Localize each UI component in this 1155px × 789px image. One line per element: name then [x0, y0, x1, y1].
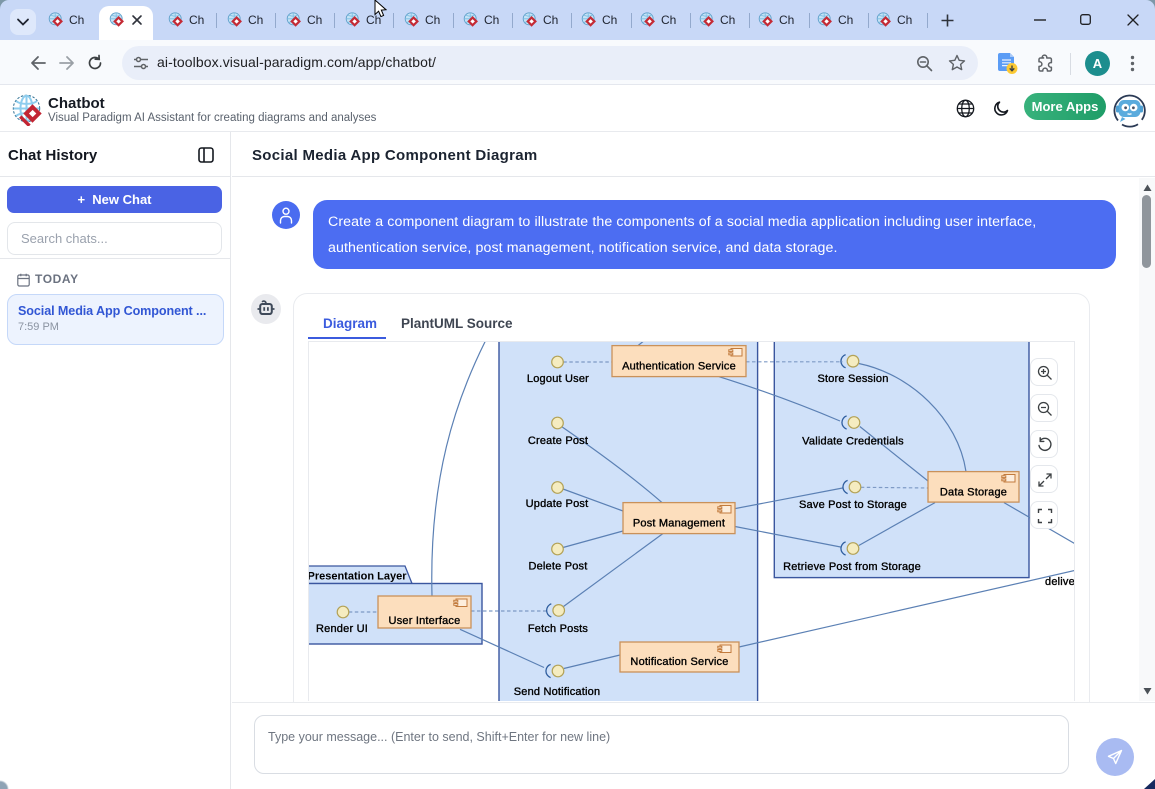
svg-text:Save Post to Storage: Save Post to Storage	[799, 499, 907, 511]
svg-text:Post Management: Post Management	[633, 518, 725, 530]
svg-text:Authentication Service: Authentication Service	[622, 361, 736, 373]
svg-text:Validate Credentials: Validate Credentials	[802, 436, 904, 448]
svg-text:Retrieve Post from Storage: Retrieve Post from Storage	[783, 561, 921, 573]
svg-text:delive: delive	[1045, 576, 1075, 588]
svg-text:Presentation Layer: Presentation Layer	[309, 571, 407, 583]
svg-text:Update Post: Update Post	[526, 498, 589, 510]
svg-text:Create Post: Create Post	[528, 435, 588, 447]
svg-text:Render UI: Render UI	[316, 623, 368, 635]
svg-text:Send Notification: Send Notification	[514, 686, 601, 698]
svg-text:Delete Post: Delete Post	[528, 561, 587, 573]
svg-text:Data Storage: Data Storage	[940, 487, 1007, 499]
svg-text:Notification Service: Notification Service	[630, 656, 728, 668]
svg-text:Store Session: Store Session	[817, 373, 888, 385]
svg-text:Fetch Posts: Fetch Posts	[528, 623, 589, 635]
svg-text:User Interface: User Interface	[389, 615, 461, 627]
svg-text:Logout User: Logout User	[527, 373, 589, 385]
